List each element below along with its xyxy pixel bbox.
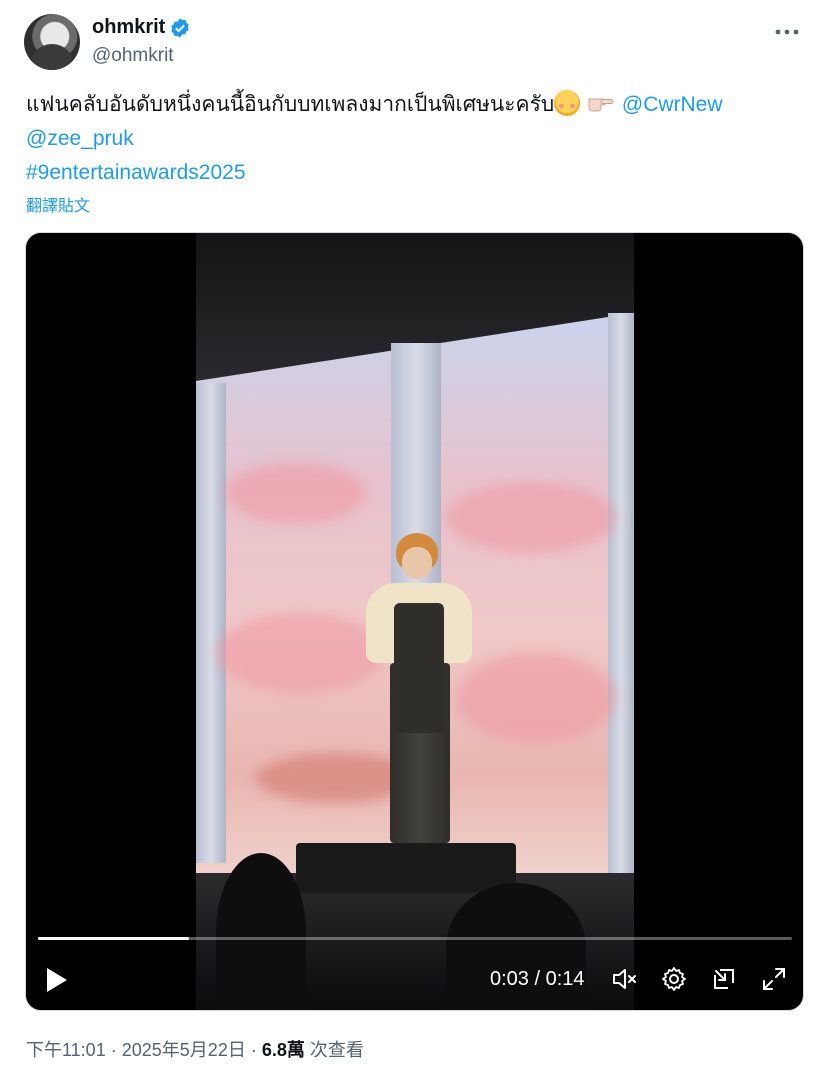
translate-post-link[interactable]: 翻譯貼文: [26, 192, 90, 216]
video-player[interactable]: 0:03 / 0:14: [25, 232, 804, 1011]
views-count: 6.8萬: [261, 1040, 305, 1060]
display-name[interactable]: ohmkrit: [92, 16, 165, 39]
views-label: 次查看: [309, 1040, 364, 1060]
meta-separator: ·: [250, 1040, 257, 1060]
play-icon[interactable]: [44, 965, 70, 995]
tweet-text: แฟนคลับอันดับหนึ่งคนนี้อินกับบทเพลงมากเป…: [26, 88, 816, 190]
tweet-line-1: แฟนคลับอันดับหนึ่งคนนี้อินกับบทเพลงมากเป…: [26, 88, 816, 122]
name-row: ohmkrit: [92, 16, 191, 39]
tweet-header: ohmkrit @ohmkrit: [24, 12, 812, 72]
video-frame: [196, 233, 634, 1010]
video-controls: 0:03 / 0:14: [26, 955, 803, 1005]
tweet-meta: 下午11:01 · 2025年5月22日 · 6.8萬 次查看: [26, 1036, 364, 1062]
picture-in-picture-icon[interactable]: [710, 965, 738, 993]
volume-muted-icon[interactable]: [610, 965, 638, 993]
more-options-icon[interactable]: [772, 20, 802, 44]
smiling-face-emoji-icon: [554, 90, 581, 116]
video-progress-bar[interactable]: [38, 937, 792, 940]
video-progress-fill: [38, 937, 189, 940]
mention-link-cwrnew[interactable]: @CwrNew: [622, 93, 723, 116]
meta-separator: ·: [110, 1040, 117, 1060]
verified-badge-icon: [171, 17, 190, 38]
current-time: 0:03: [490, 968, 529, 990]
mention-link-zee-pruk[interactable]: @zee_pruk: [26, 127, 134, 150]
tweet-line-3: #9entertainawards2025: [26, 156, 816, 190]
video-time: 0:03 / 0:14: [490, 968, 585, 991]
post-date-link[interactable]: 2025年5月22日: [122, 1040, 246, 1060]
handle[interactable]: @ohmkrit: [92, 45, 174, 67]
fullscreen-icon[interactable]: [760, 965, 788, 993]
avatar[interactable]: [24, 14, 80, 70]
performer: [366, 533, 476, 853]
pointing-hand-emoji-icon: [588, 98, 614, 112]
tweet-line-2: @zee_pruk: [26, 122, 816, 156]
time-separator: /: [534, 968, 541, 990]
hashtag-link[interactable]: #9entertainawards2025: [26, 161, 246, 184]
tweet-body-text: แฟนคลับอันดับหนึ่งคนนี้อินกับบทเพลงมากเป…: [26, 93, 555, 116]
post-time-link[interactable]: 下午11:01: [26, 1040, 106, 1060]
settings-gear-icon[interactable]: [660, 965, 688, 993]
duration: 0:14: [545, 968, 585, 990]
